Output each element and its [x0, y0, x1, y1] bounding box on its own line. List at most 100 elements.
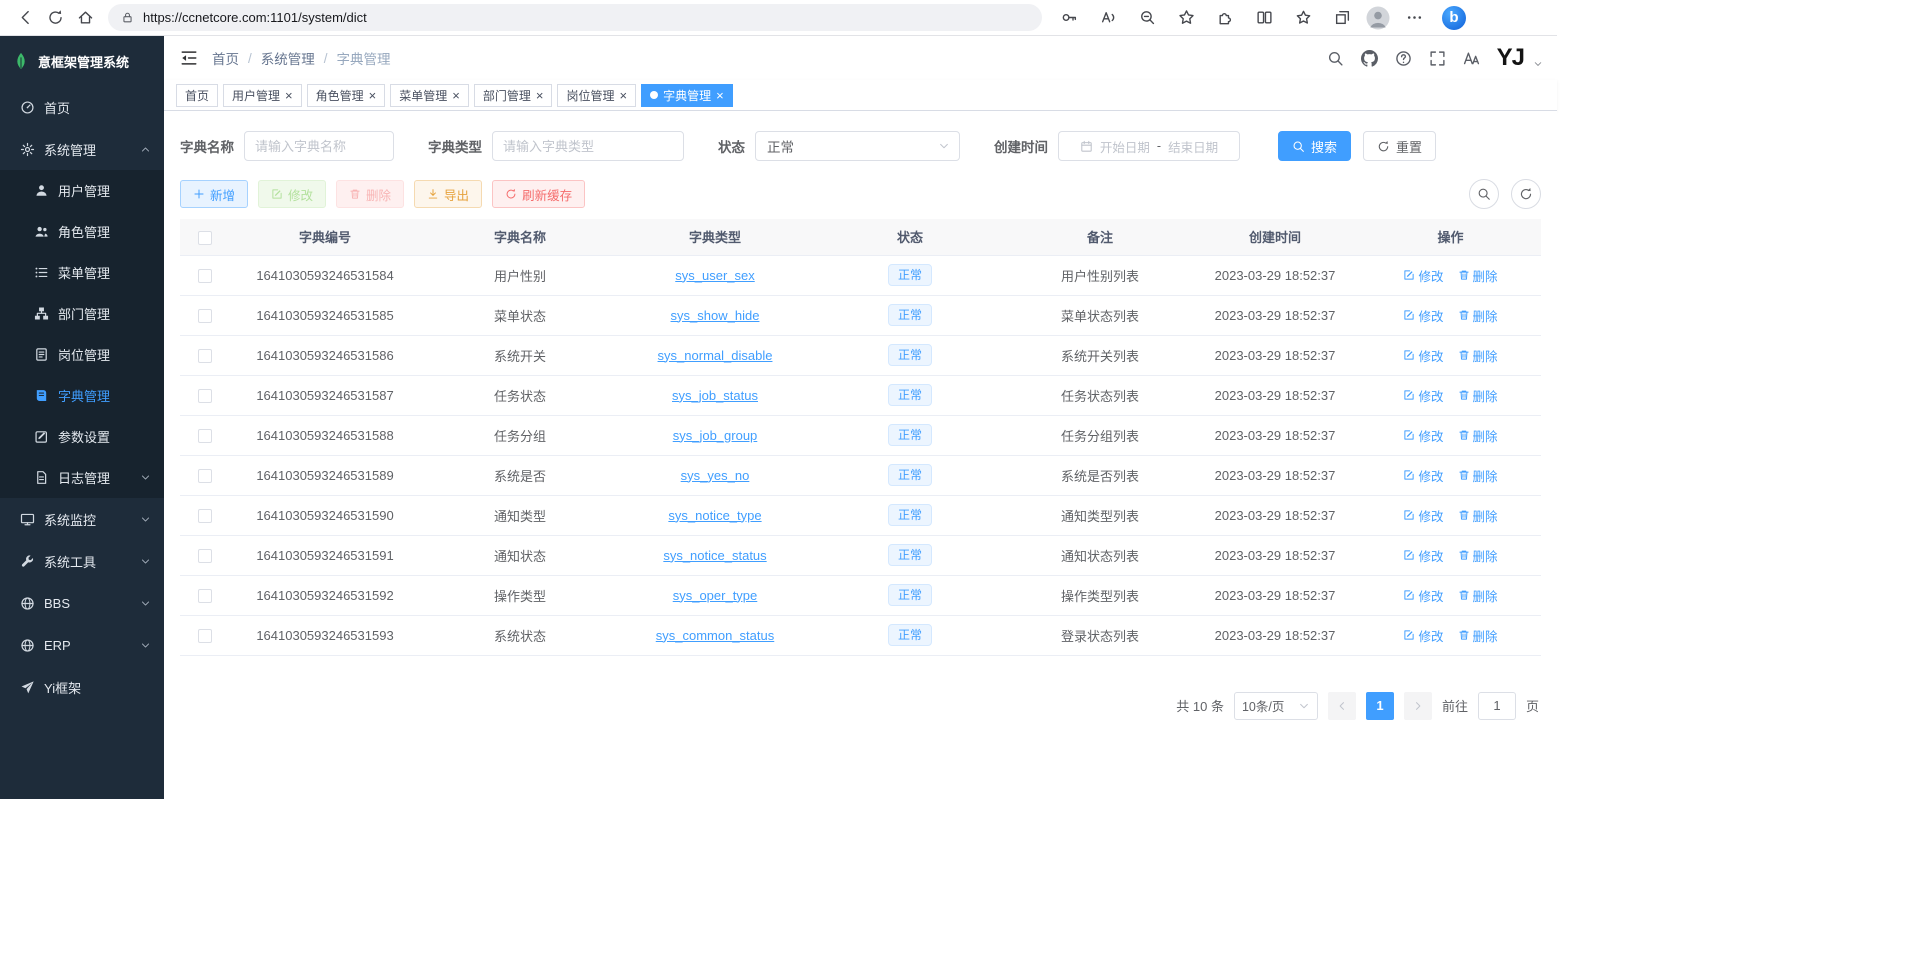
close-icon[interactable]: ×	[619, 89, 627, 102]
dict-type-link[interactable]: sys_yes_no	[681, 468, 750, 483]
github-icon[interactable]	[1361, 50, 1378, 67]
sidebar-item-post[interactable]: 岗位管理	[0, 334, 164, 375]
dict-type-link[interactable]: sys_job_group	[673, 428, 758, 443]
row-delete-link[interactable]: 删除	[1458, 466, 1498, 485]
sidebar-item-bbs[interactable]: BBS	[0, 582, 164, 624]
sidebar-item-home[interactable]: 首页	[0, 86, 164, 128]
row-checkbox[interactable]	[198, 629, 212, 643]
tab-menu[interactable]: 菜单管理×	[390, 84, 469, 107]
row-edit-link[interactable]: 修改	[1403, 306, 1443, 325]
sidebar-item-log[interactable]: 日志管理	[0, 457, 164, 498]
delete-button[interactable]: 删除	[336, 180, 404, 208]
row-checkbox[interactable]	[198, 309, 212, 323]
dict-type-link[interactable]: sys_job_status	[672, 388, 758, 403]
sidebar-item-system[interactable]: 系统管理	[0, 128, 164, 170]
tab-post[interactable]: 岗位管理×	[557, 84, 636, 107]
row-edit-link[interactable]: 修改	[1403, 466, 1443, 485]
sidebar-item-user[interactable]: 用户管理	[0, 170, 164, 211]
row-checkbox[interactable]	[198, 509, 212, 523]
row-checkbox[interactable]	[198, 269, 212, 283]
bing-icon[interactable]: b	[1442, 6, 1466, 30]
row-edit-link[interactable]: 修改	[1403, 266, 1443, 285]
page-1-button[interactable]: 1	[1366, 692, 1394, 720]
sidebar-item-role[interactable]: 角色管理	[0, 211, 164, 252]
row-checkbox[interactable]	[198, 549, 212, 563]
url-text[interactable]: https://ccnetcore.com:1101/system/dict	[143, 10, 367, 25]
reload-icon[interactable]	[47, 9, 64, 26]
favorites-icon[interactable]	[1295, 9, 1312, 26]
row-checkbox[interactable]	[198, 389, 212, 403]
row-delete-link[interactable]: 删除	[1458, 266, 1498, 285]
sidebar-item-erp[interactable]: ERP	[0, 624, 164, 666]
row-edit-link[interactable]: 修改	[1403, 586, 1443, 605]
row-delete-link[interactable]: 删除	[1458, 426, 1498, 445]
dict-type-input[interactable]	[492, 131, 684, 161]
row-delete-link[interactable]: 删除	[1458, 626, 1498, 645]
row-delete-link[interactable]: 删除	[1458, 506, 1498, 525]
dict-type-link[interactable]: sys_user_sex	[675, 268, 754, 283]
tab-dept[interactable]: 部门管理×	[474, 84, 553, 107]
refresh-table-button[interactable]	[1511, 179, 1541, 209]
row-delete-link[interactable]: 删除	[1458, 306, 1498, 325]
font-size-icon[interactable]	[1463, 50, 1480, 67]
refresh-cache-button[interactable]: 刷新缓存	[492, 180, 585, 208]
sidebar-item-tool[interactable]: 系统工具	[0, 540, 164, 582]
more-menu-icon[interactable]	[1406, 9, 1423, 26]
goto-page-input[interactable]	[1478, 692, 1516, 720]
select-all-checkbox[interactable]	[198, 231, 212, 245]
row-checkbox[interactable]	[198, 429, 212, 443]
user-menu-chevron-down-icon[interactable]	[1533, 59, 1543, 69]
sidebar-item-dept[interactable]: 部门管理	[0, 293, 164, 334]
search-icon[interactable]	[1327, 50, 1344, 67]
show-search-button[interactable]	[1469, 179, 1499, 209]
app-logo[interactable]: 意框架管理系统	[0, 36, 164, 86]
fullscreen-icon[interactable]	[1429, 50, 1446, 67]
page-size-select[interactable]: 10条/页	[1234, 692, 1318, 720]
row-delete-link[interactable]: 删除	[1458, 386, 1498, 405]
sidebar-item-dict[interactable]: 字典管理	[0, 375, 164, 416]
back-icon[interactable]	[17, 9, 34, 26]
close-icon[interactable]: ×	[536, 89, 544, 102]
row-checkbox[interactable]	[198, 469, 212, 483]
add-favorite-icon[interactable]	[1178, 9, 1195, 26]
breadcrumb-item[interactable]: 首页	[212, 48, 239, 68]
sidebar-item-menu[interactable]: 菜单管理	[0, 252, 164, 293]
sidebar-item-monitor[interactable]: 系统监控	[0, 498, 164, 540]
breadcrumb-item[interactable]: 系统管理	[261, 48, 315, 68]
sidebar-item-yi[interactable]: Yi框架	[0, 666, 164, 708]
date-range-picker[interactable]: 开始日期 - 结束日期	[1058, 131, 1240, 161]
tab-dict[interactable]: 字典管理×	[641, 84, 733, 107]
dict-type-link[interactable]: sys_show_hide	[671, 308, 760, 323]
row-edit-link[interactable]: 修改	[1403, 346, 1443, 365]
sidebar-toggle-icon[interactable]	[180, 49, 198, 67]
dict-type-link[interactable]: sys_common_status	[656, 628, 775, 643]
tab-home[interactable]: 首页	[176, 84, 218, 107]
tab-user[interactable]: 用户管理×	[223, 84, 302, 107]
row-delete-link[interactable]: 删除	[1458, 546, 1498, 565]
collections-icon[interactable]	[1334, 9, 1351, 26]
row-delete-link[interactable]: 删除	[1458, 346, 1498, 365]
home-icon[interactable]	[77, 9, 94, 26]
address-bar[interactable]: https://ccnetcore.com:1101/system/dict	[108, 4, 1042, 31]
edit-button[interactable]: 修改	[258, 180, 326, 208]
row-edit-link[interactable]: 修改	[1403, 506, 1443, 525]
row-checkbox[interactable]	[198, 589, 212, 603]
close-icon[interactable]: ×	[716, 89, 724, 102]
row-checkbox[interactable]	[198, 349, 212, 363]
add-button[interactable]: 新增	[180, 180, 248, 208]
user-logo[interactable]: YJ	[1497, 46, 1524, 70]
split-screen-icon[interactable]	[1256, 9, 1273, 26]
tab-role[interactable]: 角色管理×	[307, 84, 386, 107]
sidebar-item-config[interactable]: 参数设置	[0, 416, 164, 457]
zoom-icon[interactable]	[1139, 9, 1156, 26]
status-select[interactable]: 正常	[755, 131, 960, 161]
dict-type-link[interactable]: sys_notice_type	[668, 508, 761, 523]
row-edit-link[interactable]: 修改	[1403, 546, 1443, 565]
password-key-icon[interactable]	[1061, 9, 1078, 26]
extensions-icon[interactable]	[1217, 9, 1234, 26]
row-edit-link[interactable]: 修改	[1403, 626, 1443, 645]
dict-type-link[interactable]: sys_notice_status	[663, 548, 766, 563]
profile-avatar[interactable]	[1366, 6, 1390, 30]
help-icon[interactable]	[1395, 50, 1412, 67]
close-icon[interactable]: ×	[285, 89, 293, 102]
